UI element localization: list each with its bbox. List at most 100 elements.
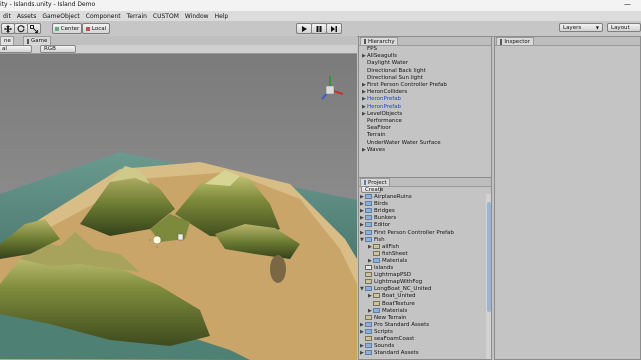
hierarchy-item[interactable]: ▶Waves bbox=[362, 147, 385, 154]
project-item-label: Materials bbox=[382, 257, 408, 264]
project-item-label: Standard Assets bbox=[374, 350, 419, 357]
project-item[interactable]: ▶ Materials bbox=[368, 257, 408, 265]
tab-project[interactable]: Project bbox=[360, 178, 390, 186]
project-item[interactable]: ▼ LongBoat_NC_United bbox=[360, 286, 432, 293]
create-dropdown[interactable]: Create bbox=[361, 186, 383, 193]
project-item-label: Pro Standard Assets bbox=[374, 321, 430, 328]
project-item-label: LightmapWithFog bbox=[374, 279, 423, 286]
asset-icon bbox=[365, 279, 372, 285]
project-item[interactable]: ▶ Bridges bbox=[360, 208, 395, 215]
project-item[interactable]: ▶ Birds bbox=[360, 201, 388, 208]
hierarchy-item[interactable]: FPS bbox=[362, 46, 377, 53]
terrain-scene-render bbox=[0, 54, 357, 360]
project-item[interactable]: LightmapWithFog bbox=[360, 279, 422, 286]
minimize-button[interactable]: — bbox=[624, 0, 631, 8]
project-item-label: AirplaneRuins bbox=[374, 194, 412, 200]
project-item[interactable]: ▶ Scripts bbox=[360, 328, 393, 336]
hierarchy-item[interactable]: UnderWater Water Surface bbox=[362, 140, 441, 147]
project-item[interactable]: BoatTexture bbox=[368, 300, 415, 308]
tab-hierarchy[interactable]: Hierarchy bbox=[360, 37, 398, 45]
scrollbar-thumb[interactable] bbox=[487, 202, 491, 312]
hierarchy-item[interactable]: ▶LevelObjects bbox=[362, 111, 402, 118]
render-mode-dropdown[interactable]: RGB bbox=[40, 45, 76, 53]
hierarchy-item-label: Performance bbox=[367, 118, 402, 124]
hierarchy-item[interactable]: Performance bbox=[362, 118, 402, 125]
scene-view-panel: ne Game al RGB bbox=[0, 36, 357, 360]
hierarchy-item[interactable]: Daylight Water bbox=[362, 60, 408, 67]
sun-light-gizmo bbox=[152, 235, 162, 245]
hierarchy-item-label: HeronPrefab bbox=[367, 96, 402, 103]
hierarchy-item-label: First Person Controller Prefab bbox=[367, 82, 447, 88]
project-item[interactable]: ▶ Pro Standard Assets bbox=[360, 321, 430, 329]
folder-icon bbox=[365, 208, 372, 214]
title-bar: ity - Islands.unity - Island Demo — bbox=[0, 0, 641, 11]
layers-dropdown[interactable]: Layers ▼ bbox=[559, 23, 603, 32]
project-item[interactable]: ▼ Fish bbox=[360, 236, 385, 244]
asset-icon bbox=[373, 293, 380, 299]
project-item[interactable]: ▶ allFish bbox=[368, 243, 400, 251]
folder-icon bbox=[365, 328, 372, 334]
project-item[interactable]: ▶ Materials bbox=[368, 307, 408, 315]
layers-label: Layers bbox=[563, 24, 582, 31]
menu-component[interactable]: Component bbox=[83, 13, 124, 20]
layout-label: Layout bbox=[611, 24, 630, 31]
hierarchy-item[interactable]: ▶HeronPrefab bbox=[362, 96, 401, 103]
asset-icon bbox=[373, 250, 380, 256]
hierarchy-item[interactable]: ▶AllSeagulls bbox=[362, 53, 397, 60]
menu-gameobject[interactable]: GameObject bbox=[39, 13, 82, 20]
hierarchy-item[interactable]: Directional Sun light bbox=[362, 75, 423, 82]
window-title: ity - Islands.unity - Island Demo bbox=[0, 1, 96, 8]
folder-icon bbox=[365, 343, 372, 349]
pivot-space-toggle[interactable]: Local bbox=[82, 23, 110, 34]
project-item[interactable]: ▶ Standard Assets bbox=[360, 350, 419, 357]
menu-terrain[interactable]: Terrain bbox=[124, 13, 150, 20]
hierarchy-item[interactable]: Directional Back light bbox=[362, 68, 426, 75]
step-button[interactable] bbox=[326, 23, 342, 34]
tab-inspector[interactable]: Inspector bbox=[496, 37, 534, 45]
hierarchy-item[interactable]: Terrain bbox=[362, 132, 386, 139]
project-item[interactable]: ▶ Sounds bbox=[360, 343, 394, 350]
menu-custom[interactable]: CUSTOM bbox=[150, 13, 182, 20]
move-tool-button[interactable] bbox=[1, 23, 15, 34]
folder-icon bbox=[365, 215, 372, 221]
audio-source-gizmo bbox=[177, 233, 184, 241]
menu-assets[interactable]: Assets bbox=[14, 13, 40, 20]
menu-edit[interactable]: dit bbox=[0, 13, 14, 20]
project-item[interactable]: ▶ AirplaneRuins bbox=[360, 194, 412, 201]
hierarchy-panel: Hierarchy FPS ▶AllSeagulls Daylight Water D… bbox=[358, 36, 492, 180]
project-item[interactable]: ▶ First Person Controller Prefab bbox=[360, 229, 454, 237]
menu-window[interactable]: Window bbox=[182, 13, 212, 20]
draw-mode-dropdown[interactable]: al bbox=[0, 45, 32, 53]
scale-tool-button[interactable] bbox=[27, 23, 41, 34]
hierarchy-item[interactable]: ▶First Person Controller Prefab bbox=[362, 82, 447, 89]
project-item-label: Editor bbox=[374, 222, 391, 229]
project-item[interactable]: ▶ Bunkers bbox=[360, 215, 396, 222]
folder-icon bbox=[365, 350, 372, 356]
project-item[interactable]: LightmapPSD bbox=[360, 272, 411, 279]
scene-control-bar: al RGB bbox=[0, 45, 357, 54]
hierarchy-item[interactable]: ▶HeronColliders bbox=[362, 89, 407, 96]
project-item-label: Fish bbox=[374, 236, 385, 243]
folder-icon bbox=[365, 229, 372, 235]
layout-dropdown[interactable]: Layout bbox=[607, 23, 641, 32]
project-item[interactable]: ▶ Editor bbox=[360, 222, 390, 229]
project-item-label: Materials bbox=[382, 307, 408, 314]
rotate-tool-button[interactable] bbox=[14, 23, 28, 34]
menu-help[interactable]: Help bbox=[212, 13, 232, 20]
pivot-center-toggle[interactable]: Center bbox=[52, 23, 82, 34]
project-item[interactable]: Islands bbox=[360, 265, 393, 272]
tab-game[interactable]: Game bbox=[23, 36, 51, 45]
project-item[interactable]: fishSheet bbox=[368, 250, 408, 258]
hierarchy-item[interactable]: SeaFloor bbox=[362, 125, 391, 132]
tab-scene[interactable]: ne bbox=[0, 36, 14, 45]
project-item[interactable]: ▶ Boat_United bbox=[368, 293, 416, 300]
project-item-label: allFish bbox=[382, 243, 400, 250]
hierarchy-item-label: FPS bbox=[367, 46, 377, 52]
play-button[interactable] bbox=[296, 23, 312, 34]
hierarchy-item-label: Directional Sun light bbox=[367, 74, 423, 81]
pause-button[interactable] bbox=[311, 23, 327, 34]
hierarchy-item[interactable]: ▶HeronPrefab bbox=[362, 104, 401, 111]
project-item[interactable]: seaFoamCoast bbox=[360, 336, 414, 343]
project-item[interactable]: New Terrain bbox=[360, 314, 406, 322]
project-scrollbar[interactable] bbox=[486, 194, 491, 359]
